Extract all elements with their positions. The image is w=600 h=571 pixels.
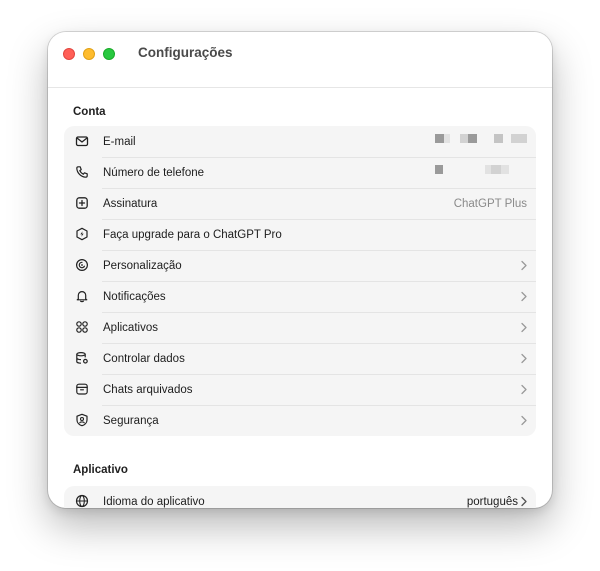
phone-label: Número de telefone bbox=[103, 166, 205, 179]
subscription-row[interactable]: Assinatura ChatGPT Plus bbox=[64, 188, 536, 219]
personalization-label: Personalização bbox=[103, 259, 182, 272]
app-settings-group: Idioma do aplicativo português bbox=[64, 486, 536, 508]
language-value: português bbox=[466, 495, 518, 508]
chevron-right-icon bbox=[521, 384, 527, 395]
language-label: Idioma do aplicativo bbox=[103, 495, 205, 508]
notifications-row[interactable]: Notificações bbox=[64, 281, 536, 312]
upgrade-shield-icon bbox=[75, 227, 89, 241]
archived-chats-label: Chats arquivados bbox=[103, 383, 193, 396]
apps-row[interactable]: Aplicativos bbox=[64, 312, 536, 343]
phone-icon bbox=[75, 165, 89, 179]
chevron-right-icon bbox=[521, 260, 527, 271]
chevron-right-icon bbox=[521, 322, 527, 333]
account-settings-group: E-mail Número de telefone Assinatura Cha… bbox=[64, 126, 536, 436]
language-row[interactable]: Idioma do aplicativo português bbox=[64, 486, 536, 508]
close-window-button[interactable] bbox=[63, 48, 75, 60]
section-title-account: Conta bbox=[73, 106, 106, 118]
personalization-row[interactable]: Personalização bbox=[64, 250, 536, 281]
window-title: Configurações bbox=[138, 45, 233, 60]
chevron-right-icon bbox=[521, 496, 527, 507]
minimize-window-button[interactable] bbox=[83, 48, 95, 60]
settings-content: Conta E-mail Número de telefone Assinatu… bbox=[48, 88, 552, 508]
bell-icon bbox=[75, 289, 89, 303]
section-title-app: Aplicativo bbox=[73, 464, 128, 476]
data-controls-icon bbox=[75, 351, 89, 365]
upgrade-label: Faça upgrade para o ChatGPT Pro bbox=[103, 228, 282, 241]
subscription-value: ChatGPT Plus bbox=[453, 197, 527, 210]
subscription-label: Assinatura bbox=[103, 197, 158, 210]
security-shield-icon bbox=[75, 413, 89, 427]
security-label: Segurança bbox=[103, 414, 159, 427]
chevron-right-icon bbox=[521, 353, 527, 364]
data-controls-row[interactable]: Controlar dados bbox=[64, 343, 536, 374]
security-row[interactable]: Segurança bbox=[64, 405, 536, 436]
data-controls-label: Controlar dados bbox=[103, 352, 185, 365]
notifications-label: Notificações bbox=[103, 290, 166, 303]
archived-chats-row[interactable]: Chats arquivados bbox=[64, 374, 536, 405]
email-row[interactable]: E-mail bbox=[64, 126, 536, 157]
apps-grid-icon bbox=[75, 320, 89, 334]
email-label: E-mail bbox=[103, 135, 136, 148]
apps-label: Aplicativos bbox=[103, 321, 158, 334]
archive-box-icon bbox=[75, 382, 89, 396]
settings-window: Configurações Conta E-mail Número de tel… bbox=[48, 32, 552, 508]
maximize-window-button[interactable] bbox=[103, 48, 115, 60]
title-bar: Configurações bbox=[48, 32, 552, 88]
chevron-right-icon bbox=[521, 291, 527, 302]
chevron-right-icon bbox=[521, 415, 527, 426]
upgrade-row[interactable]: Faça upgrade para o ChatGPT Pro bbox=[64, 219, 536, 250]
mail-icon bbox=[75, 134, 89, 148]
personalization-icon bbox=[75, 258, 89, 272]
phone-row[interactable]: Número de telefone bbox=[64, 157, 536, 188]
globe-icon bbox=[75, 494, 89, 508]
plus-square-icon bbox=[75, 196, 89, 210]
